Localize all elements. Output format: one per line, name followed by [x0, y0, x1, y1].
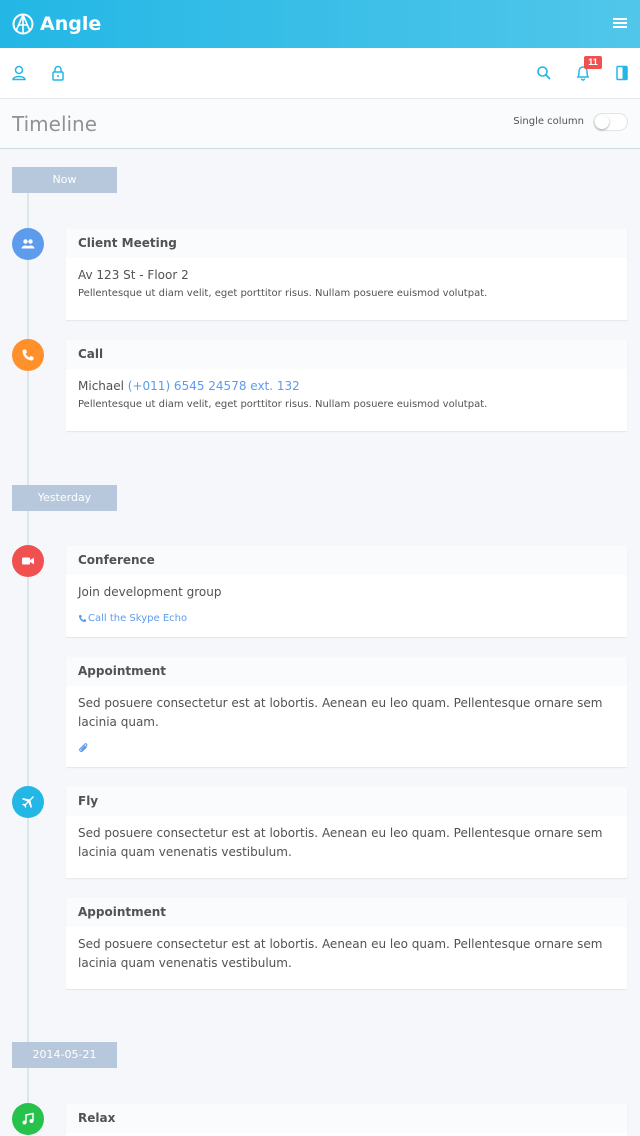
notification-badge: 11 — [584, 56, 602, 69]
card-text: Sed posuere consectetur est at lobortis.… — [78, 937, 603, 970]
timeline-card: Relax — [66, 1104, 627, 1136]
phone-icon — [22, 349, 34, 361]
timeline-card: Client Meeting Av 123 St - Floor 2 Pelle… — [66, 229, 627, 320]
page-title: Timeline — [12, 112, 98, 136]
top-navbar: Angle — [0, 0, 640, 48]
card-text: Sed posuere consectetur est at lobortis.… — [78, 696, 603, 729]
brand-logo[interactable]: Angle — [12, 11, 101, 37]
timeline-card: Appointment Sed posuere consectetur est … — [66, 657, 627, 767]
page-heading: Timeline Single column — [0, 99, 640, 149]
users-icon — [21, 239, 35, 249]
single-column-toggle[interactable] — [593, 113, 628, 131]
hamburger-menu-icon[interactable] — [612, 16, 628, 30]
logo-icon — [12, 13, 34, 35]
timeline-separator: Now — [12, 167, 117, 193]
paperclip-icon[interactable] — [78, 742, 90, 754]
card-subtitle: Join development group — [78, 585, 222, 599]
skype-call-label: Call the Skype Echo — [88, 613, 188, 624]
timeline-card: Conference Join development group Call t… — [66, 546, 627, 637]
card-text: Pellentesque ut diam velit, eget porttit… — [78, 399, 488, 410]
timeline-card: Call Michael (+011) 6545 24578 ext. 132 … — [66, 340, 627, 431]
lock-icon[interactable] — [49, 64, 67, 82]
app-name: Angle — [40, 13, 102, 35]
timeline-line — [27, 193, 29, 1136]
event-badge — [12, 545, 44, 577]
card-text: Pellentesque ut diam velit, eget porttit… — [78, 288, 488, 299]
event-badge — [12, 786, 44, 818]
phone-link[interactable]: (+011) 6545 24578 ext. 132 — [128, 379, 300, 393]
toggle-knob — [595, 115, 609, 129]
event-badge — [12, 228, 44, 260]
event-badge — [12, 339, 44, 371]
video-icon — [22, 557, 34, 565]
card-subtitle: Av 123 St - Floor 2 — [78, 268, 189, 282]
sidebar-toggle-icon[interactable] — [613, 64, 631, 82]
card-text: Sed posuere consectetur est at lobortis.… — [78, 826, 603, 859]
caller-name: Michael — [78, 379, 124, 393]
card-title: Appointment — [66, 657, 627, 686]
timeline-card: Appointment Sed posuere consectetur est … — [66, 898, 627, 989]
card-title: Client Meeting — [66, 229, 627, 258]
timeline-card: Fly Sed posuere consectetur est at lobor… — [66, 787, 627, 878]
card-title: Call — [66, 340, 627, 369]
skype-call-link[interactable]: Call the Skype Echo — [78, 613, 615, 624]
timeline-separator: 2014-05-21 — [12, 1042, 117, 1068]
single-column-label: Single column — [513, 116, 584, 127]
card-title: Relax — [66, 1104, 627, 1133]
timeline-separator: Yesterday — [12, 485, 117, 511]
music-icon — [22, 1112, 34, 1125]
plane-icon — [22, 796, 34, 808]
phone-icon — [78, 614, 87, 623]
card-title: Fly — [66, 787, 627, 816]
user-icon[interactable] — [10, 64, 28, 82]
toolbar: 11 — [0, 48, 640, 99]
card-title: Conference — [66, 546, 627, 575]
event-badge — [12, 1103, 44, 1135]
card-title: Appointment — [66, 898, 627, 927]
search-icon[interactable] — [535, 64, 553, 82]
